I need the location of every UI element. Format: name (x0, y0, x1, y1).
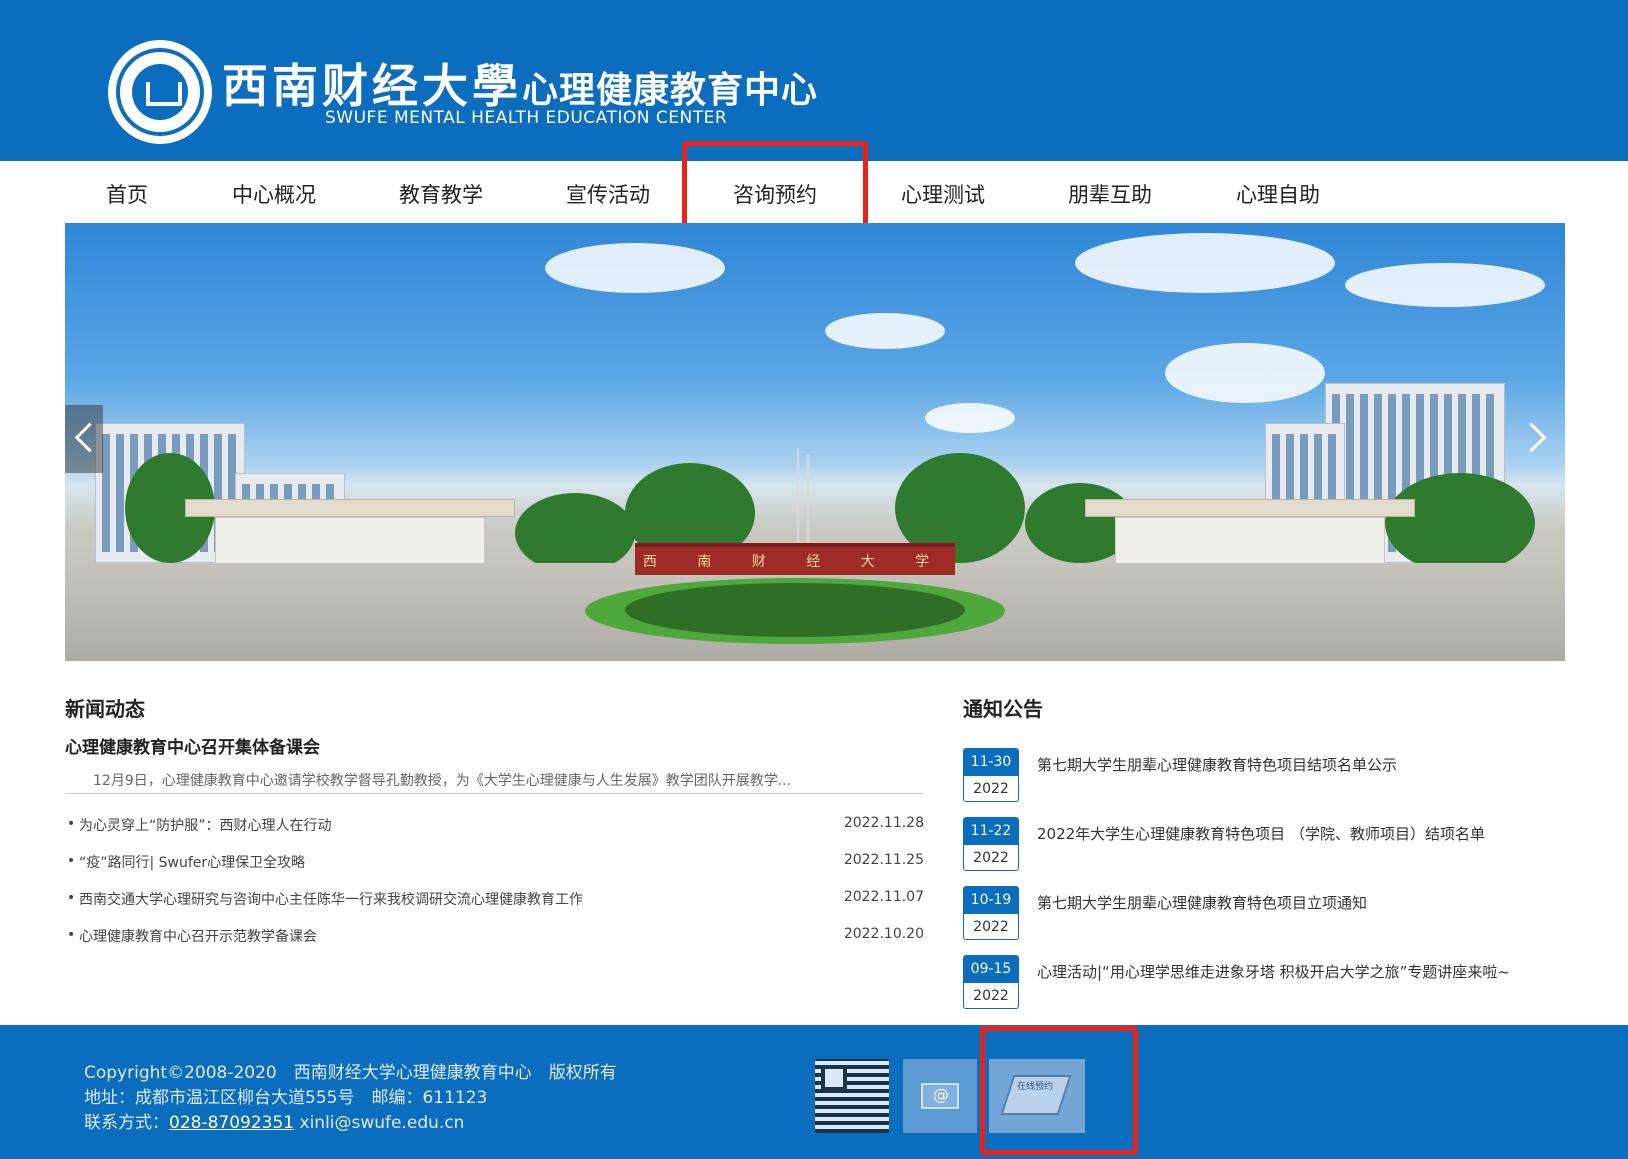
logo-university-name: 西南财经大學 (222, 59, 522, 113)
footer-contact-label: 联系方式： (84, 1113, 169, 1133)
logo-english-name: SWUFE MENTAL HEALTH EDUCATION CENTER (325, 108, 728, 128)
news-item-title[interactable]: 心理健康教育中心召开示范教学备课会 (79, 926, 317, 946)
news-item-title[interactable]: 西南交通大学心理研究与咨询中心主任陈华一行来我校调研交流心理健康教育工作 (79, 889, 583, 909)
news-item-date: 2022.11.28 (843, 815, 924, 831)
gate-inscription: 西 南 财 经 大 学 (642, 554, 948, 570)
notice-item[interactable]: 11-22 2022 2022年大学生心理健康教育特色项目 （学院、教师项目）结… (963, 817, 1563, 873)
qr-code-icon[interactable] (815, 1059, 889, 1133)
site-header: 西南财经大學心理健康教育中心 SWUFE MENTAL HEALTH EDUCA… (0, 0, 1628, 161)
campus-banner-image[interactable]: 西 南 财 经 大 学 (65, 223, 1565, 661)
notice-item-title[interactable]: 2022年大学生心理健康教育特色项目 （学院、教师项目）结项名单 (1037, 823, 1485, 844)
notice-date-badge: 10-19 2022 (963, 886, 1019, 940)
notice-item[interactable]: 11-30 2022 第七期大学生朋辈心理健康教育特色项目结项名单公示 (963, 748, 1563, 804)
news-list-item[interactable]: • “疫”路同行| Swufer心理保卫全攻略 2022.11.25 (67, 852, 924, 876)
footer-email[interactable]: xinli@swufe.edu.cn (294, 1113, 465, 1133)
notice-item-title[interactable]: 第七期大学生朋辈心理健康教育特色项目立项通知 (1037, 892, 1367, 913)
highlight-box-nav (682, 141, 868, 233)
notice-item-title[interactable]: 心理活动|“用心理学思维走进象牙塔 积极开启大学之旅”专题讲座来啦~ (1037, 961, 1510, 982)
notice-item[interactable]: 09-15 2022 心理活动|“用心理学思维走进象牙塔 积极开启大学之旅”专题… (963, 955, 1563, 1011)
news-divider (65, 793, 924, 794)
mail-icon[interactable] (903, 1059, 977, 1133)
news-featured-headline[interactable]: 心理健康教育中心召开集体备课会 (65, 733, 320, 758)
site-footer: Copyright©2008-2020 西南财经大学心理健康教育中心 版权所有 … (0, 1025, 1628, 1159)
university-seal-icon[interactable] (108, 40, 212, 144)
news-section-title: 新闻动态 (65, 697, 145, 721)
chevron-right-icon[interactable] (1517, 405, 1555, 473)
nav-item-overview[interactable]: 中心概况 (232, 179, 316, 209)
footer-copyright: Copyright©2008-2020 西南财经大学心理健康教育中心 版权所有 (84, 1063, 617, 1083)
notice-item-title[interactable]: 第七期大学生朋辈心理健康教育特色项目结项名单公示 (1037, 754, 1397, 775)
news-item-date: 2022.11.07 (843, 889, 924, 905)
nav-item-home[interactable]: 首页 (106, 179, 148, 209)
footer-address: 地址：成都市温江区柳台大道555号 邮编：611123 (84, 1088, 488, 1108)
news-list-item[interactable]: • 心理健康教育中心召开示范教学备课会 2022.10.20 (67, 926, 924, 950)
notice-date-badge: 11-22 2022 (963, 817, 1019, 871)
news-list-item[interactable]: • 西南交通大学心理研究与咨询中心主任陈华一行来我校调研交流心理健康教育工作 2… (67, 889, 924, 913)
nav-item-self-help[interactable]: 心理自助 (1236, 179, 1320, 209)
footer-phone-link[interactable]: 028-87092351 (169, 1113, 294, 1133)
notice-item[interactable]: 10-19 2022 第七期大学生朋辈心理健康教育特色项目立项通知 (963, 886, 1563, 942)
news-featured-summary[interactable]: 12月9日，心理健康教育中心邀请学校教学督导孔勤教授，为《大学生心理健康与人生发… (93, 770, 791, 790)
news-item-date: 2022.11.25 (843, 852, 924, 868)
nav-item-peer-support[interactable]: 朋辈互助 (1068, 179, 1152, 209)
chevron-left-icon[interactable] (65, 405, 103, 473)
news-item-title[interactable]: 为心灵穿上“防护服”：西财心理人在行动 (79, 815, 332, 835)
nav-item-teaching[interactable]: 教育教学 (399, 179, 483, 209)
footer-contact: 联系方式：028-87092351 xinli@swufe.edu.cn (84, 1108, 464, 1133)
notices-section-title: 通知公告 (963, 697, 1043, 721)
highlight-box-footer (980, 1026, 1138, 1155)
site-logo-title[interactable]: 西南财经大學心理健康教育中心 (222, 50, 818, 116)
nav-item-activities[interactable]: 宣传活动 (566, 179, 650, 209)
news-item-title[interactable]: “疫”路同行| Swufer心理保卫全攻略 (79, 852, 305, 872)
news-item-date: 2022.10.20 (843, 926, 924, 942)
logo-center-name: 心理健康教育中心 (522, 70, 819, 111)
notice-date-badge: 11-30 2022 (963, 748, 1019, 802)
nav-item-psych-test[interactable]: 心理测试 (901, 179, 985, 209)
news-list-item[interactable]: • 为心灵穿上“防护服”：西财心理人在行动 2022.11.28 (67, 815, 924, 839)
notice-date-badge: 09-15 2022 (963, 955, 1019, 1009)
campus-gate-wall: 西 南 财 经 大 学 (635, 543, 955, 575)
